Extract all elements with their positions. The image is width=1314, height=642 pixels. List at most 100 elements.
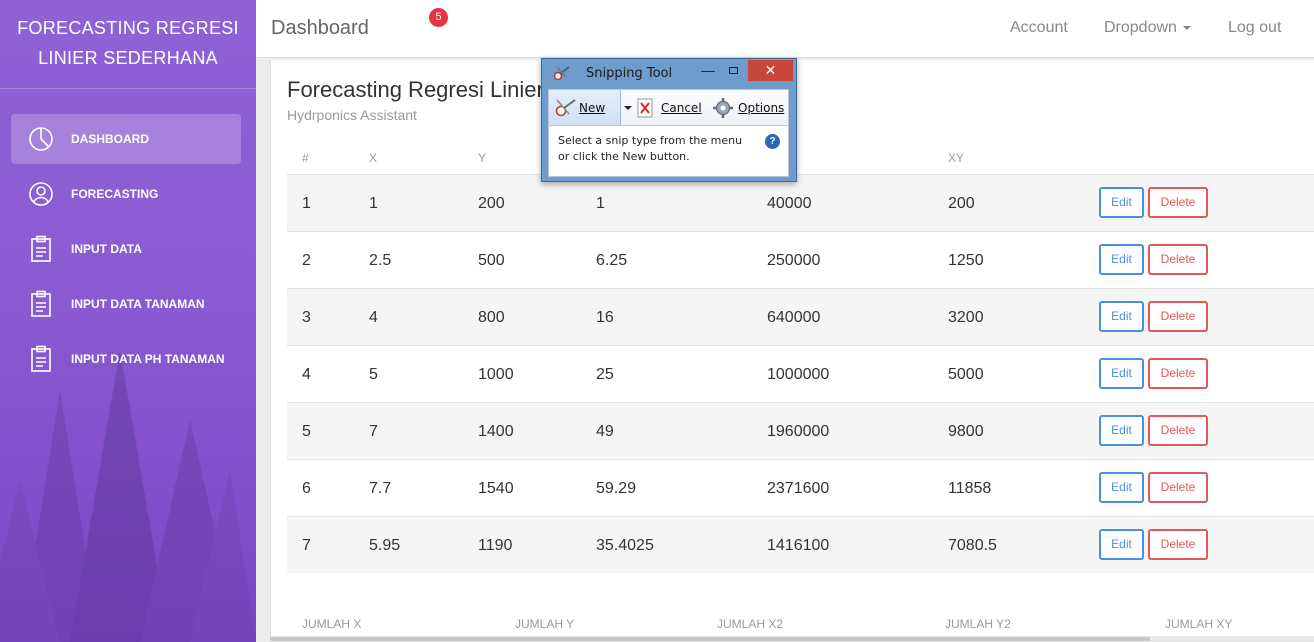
table-row: 5 7 1400 49 1960000 9800 Edit Delete [287,402,1314,459]
cell-xy: 11858 [948,480,992,497]
cell-number: 7 [302,537,311,554]
header-xy: XY [948,151,965,165]
header-y: Y [478,151,487,165]
edit-button[interactable]: Edit [1099,529,1144,560]
scissors-icon [553,66,570,81]
cell-x: 1 [369,195,378,212]
new-snip-icon [555,98,576,116]
cell-x: 5.95 [369,537,401,554]
snipping-tool-titlebar[interactable]: Snipping Tool — ✕ [542,59,796,89]
cell-xy: 200 [948,195,975,212]
delete-button[interactable]: Delete [1148,529,1208,560]
cell-x: 5 [369,366,378,383]
top-navbar: Dashboard 5 Account Dropdown Log out [256,0,1314,58]
cell-xy: 7080.5 [948,537,997,554]
cell-y: 200 [478,195,505,212]
app-brand: FORECASTING REGRESI LINIER SEDERHANA [0,0,256,89]
edit-button[interactable]: Edit [1099,301,1144,332]
sidebar-item-label: FORECASTING [71,187,159,201]
delete-button[interactable]: Delete [1148,301,1208,332]
new-dropdown-arrow[interactable] [621,90,635,125]
table-header: # X Y Y2 XY [287,151,1314,175]
new-snip-button[interactable]: New [549,90,621,125]
table-row: 7 5.95 1190 35.4025 1416100 7080.5 Edit Delete [287,516,1314,573]
sidebar-item-dashboard[interactable]: DASHBOARD [11,114,241,164]
cell-y2: 1960000 [767,423,830,440]
cancel-icon [637,98,653,117]
cell-y: 500 [478,252,505,269]
close-button[interactable]: ✕ [748,60,793,81]
help-icon[interactable]: ? [765,134,780,149]
card-subtitle: Hydrponics Assistant [287,107,417,123]
snipping-toolbar: New Cancel Options [548,89,789,126]
minimize-button[interactable]: — [696,63,720,81]
edit-button[interactable]: Edit [1099,244,1144,275]
edit-button[interactable]: Edit [1099,187,1144,218]
footer-jumlah-y: JUMLAH Y [515,617,575,631]
table-row: 4 5 1000 25 1000000 5000 Edit Delete [287,345,1314,402]
cell-y2: 1000000 [767,366,830,383]
cell-x: 7.7 [369,480,392,497]
cell-y2: 40000 [767,195,812,212]
scrollbar-thumb[interactable] [270,637,1150,641]
sidebar-item-input-data-ph-tanaman[interactable]: INPUT DATA PH TANAMAN [11,334,241,384]
edit-button[interactable]: Edit [1099,472,1144,503]
cell-x2: 6.25 [596,252,628,269]
chevron-down-icon [624,105,632,110]
options-button[interactable]: Options [712,90,784,125]
cell-number: 6 [302,480,311,497]
caret-down-icon [1182,25,1191,30]
cell-xy: 5000 [948,366,984,383]
cell-y: 1000 [478,366,514,383]
cancel-button[interactable]: Cancel [637,90,702,125]
cell-x2: 16 [596,309,614,326]
cell-x2: 25 [596,366,614,383]
delete-button[interactable]: Delete [1148,415,1208,446]
sidebar-item-label: INPUT DATA PH TANAMAN [71,352,225,366]
footer-jumlah-x: JUMLAH X [302,617,362,631]
cell-y2: 250000 [767,252,821,269]
new-label: New [579,100,606,115]
table-row: 1 1 200 1 40000 200 Edit Delete [287,174,1314,231]
options-label: Options [738,100,785,115]
cell-x2: 49 [596,423,614,440]
footer-jumlah-x2: JUMLAH X2 [717,617,784,631]
cell-xy: 3200 [948,309,984,326]
snipping-tool-window[interactable]: Snipping Tool — ✕ New Cancel Options Sel… [541,58,797,182]
notification-badge[interactable]: 5 [429,8,448,27]
sidebar-item-forecasting[interactable]: FORECASTING [11,169,241,219]
cell-x2: 35.4025 [596,537,654,554]
dropdown-menu[interactable]: Dropdown [1104,19,1191,37]
edit-button[interactable]: Edit [1099,415,1144,446]
cell-number: 5 [302,423,311,440]
horizontal-scrollbar[interactable] [270,636,1314,642]
delete-button[interactable]: Delete [1148,472,1208,503]
cell-number: 1 [302,195,311,212]
delete-button[interactable]: Delete [1148,358,1208,389]
edit-button[interactable]: Edit [1099,358,1144,389]
pie-chart-icon [27,125,55,153]
cancel-label: Cancel [661,100,702,115]
account-link[interactable]: Account [1010,19,1068,37]
delete-button[interactable]: Delete [1148,187,1208,218]
cell-y: 1190 [478,537,513,554]
sidebar-item-input-data-tanaman[interactable]: INPUT DATA TANAMAN [11,279,241,329]
cell-number: 3 [302,309,311,326]
cell-x: 2.5 [369,252,392,269]
sidebar-item-label: DASHBOARD [71,132,149,146]
header-number: # [302,151,309,165]
gear-icon [713,97,733,118]
instruction-line-1: Select a snip type from the menu [558,134,743,147]
instruction-line-2: or click the New button. [558,150,690,163]
window-title: Snipping Tool [586,66,673,81]
logout-link[interactable]: Log out [1228,19,1281,37]
footer-jumlah-y2: JUMLAH Y2 [945,617,1011,631]
table-row: 2 2.5 500 6.25 250000 1250 Edit Delete [287,231,1314,288]
snipping-message-area: Select a snip type from the menu or clic… [548,126,789,177]
card-title: Forecasting Regresi Linier [287,77,544,102]
page-title: Dashboard [271,17,369,39]
delete-button[interactable]: Delete [1148,244,1208,275]
maximize-button[interactable] [722,63,746,81]
sidebar-item-input-data[interactable]: INPUT DATA [11,224,241,274]
sidebar-item-label: INPUT DATA TANAMAN [71,297,205,311]
